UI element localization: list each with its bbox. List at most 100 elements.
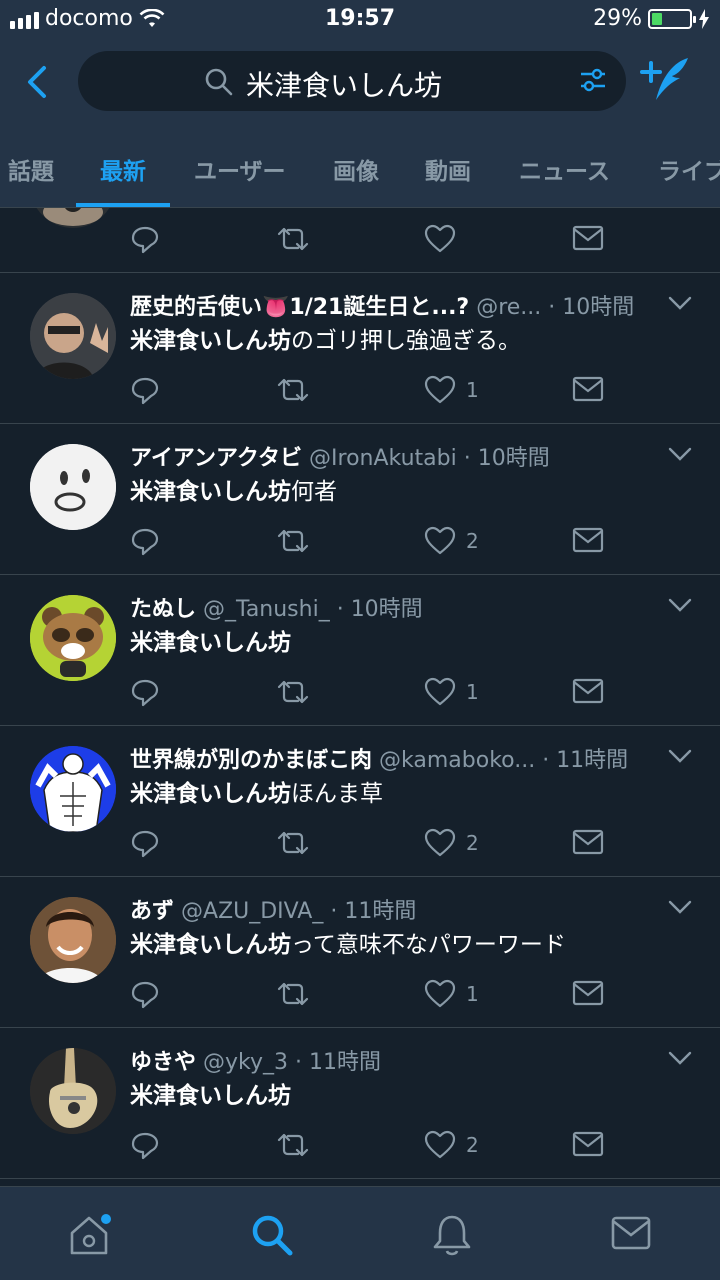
like-count: 1 bbox=[466, 680, 479, 704]
search-keyword[interactable]: 米津食いしん坊 bbox=[130, 932, 291, 958]
reply-button[interactable] bbox=[130, 224, 160, 254]
tab-live[interactable]: ライブ bbox=[658, 152, 720, 186]
tweet[interactable]: 歴史的舌使い👅1/21誕生日と...? @re... · 10時間 米津食いしん… bbox=[0, 273, 720, 424]
search-keyword[interactable]: 米津食いしん坊 bbox=[130, 479, 291, 505]
filter-icon[interactable] bbox=[578, 65, 608, 95]
chevron-left-icon[interactable] bbox=[22, 62, 54, 102]
display-name[interactable]: 歴史的舌使い👅1/21誕生日と...? bbox=[130, 295, 469, 320]
tweet[interactable]: ゆきや @yky_3 · 11時間 米津食いしん坊 2 bbox=[0, 1028, 720, 1179]
display-name[interactable]: 世界線が別のかまぼこ肉 bbox=[130, 748, 372, 773]
like-count: 2 bbox=[466, 529, 479, 553]
retweet-button[interactable] bbox=[276, 677, 310, 707]
avatar[interactable] bbox=[30, 444, 116, 530]
chevron-down-icon[interactable] bbox=[668, 295, 692, 311]
retweet-button[interactable] bbox=[276, 1130, 310, 1160]
like-button[interactable]: 1 bbox=[424, 677, 479, 707]
tweet-text: 米津食いしん坊って意味不なパワーワード bbox=[130, 925, 566, 959]
tweet-actions bbox=[130, 224, 610, 258]
avatar[interactable] bbox=[30, 746, 116, 832]
reply-button[interactable] bbox=[130, 1130, 160, 1160]
avatar[interactable] bbox=[30, 897, 116, 983]
like-button[interactable] bbox=[424, 224, 456, 254]
search-input[interactable]: 米津食いしん坊 bbox=[78, 51, 626, 111]
tweet-actions: 2 bbox=[130, 828, 610, 862]
tweet[interactable]: たぬし @_Tanushi_ · 10時間 米津食いしん坊 1 bbox=[0, 575, 720, 726]
battery-icon bbox=[648, 8, 696, 29]
display-name[interactable]: ゆきや bbox=[130, 1050, 196, 1075]
search-tabs: 話題 最新 ユーザー 画像 動画 ニュース ライブ bbox=[0, 130, 720, 208]
bell-icon[interactable] bbox=[431, 1213, 473, 1257]
user-handle[interactable]: @AZU_DIVA_ bbox=[181, 899, 323, 924]
search-keyword[interactable]: 米津食いしん坊 bbox=[130, 781, 291, 807]
reply-button[interactable] bbox=[130, 526, 160, 556]
tweet-body: ほんま草 bbox=[291, 781, 383, 807]
avatar[interactable] bbox=[30, 1048, 116, 1134]
tab-trending[interactable]: 話題 bbox=[8, 152, 54, 186]
tweet-text: 米津食いしん坊ほんま草 bbox=[130, 774, 383, 808]
display-name[interactable]: アイアンアクタビ bbox=[130, 446, 302, 471]
user-handle[interactable]: @kamaboko... bbox=[379, 748, 535, 773]
tweet-partial[interactable] bbox=[0, 208, 720, 273]
envelope-icon bbox=[572, 225, 604, 251]
reply-icon bbox=[131, 377, 159, 405]
user-handle[interactable]: @IronAkutabi bbox=[309, 446, 457, 471]
user-handle[interactable]: @_Tanushi_ bbox=[203, 597, 330, 622]
dm-button[interactable] bbox=[572, 1130, 604, 1158]
reply-button[interactable] bbox=[130, 375, 160, 405]
dm-button[interactable] bbox=[572, 677, 604, 705]
tweet-actions: 1 bbox=[130, 979, 610, 1013]
avatar[interactable] bbox=[30, 293, 116, 379]
home-icon[interactable] bbox=[68, 1213, 114, 1257]
display-name[interactable]: あず bbox=[130, 899, 174, 924]
tweet-actions: 2 bbox=[130, 1130, 610, 1164]
chevron-down-icon[interactable] bbox=[668, 446, 692, 462]
compose-icon[interactable] bbox=[640, 56, 692, 104]
tweet[interactable]: あず @AZU_DIVA_ · 11時間 米津食いしん坊って意味不なパワーワード… bbox=[0, 877, 720, 1028]
tweet[interactable]: アイアンアクタビ @IronAkutabi · 10時間 米津食いしん坊何者 2 bbox=[0, 424, 720, 575]
like-button[interactable]: 2 bbox=[424, 1130, 479, 1160]
chevron-down-icon[interactable] bbox=[668, 899, 692, 915]
dm-button[interactable] bbox=[572, 526, 604, 554]
avatar[interactable] bbox=[30, 208, 116, 228]
like-button[interactable]: 2 bbox=[424, 526, 479, 556]
tweet-feed[interactable]: 歴史的舌使い👅1/21誕生日と...? @re... · 10時間 米津食いしん… bbox=[0, 208, 720, 1186]
dm-button[interactable] bbox=[572, 828, 604, 856]
envelope-icon[interactable] bbox=[610, 1213, 652, 1253]
tweet[interactable]: 世界線が別のかまぼこ肉 @kamaboko... · 11時間 米津食いしん坊ほ… bbox=[0, 726, 720, 877]
tab-news[interactable]: ニュース bbox=[519, 152, 610, 186]
chevron-down-icon[interactable] bbox=[668, 597, 692, 613]
search-icon[interactable] bbox=[250, 1213, 294, 1257]
user-handle[interactable]: @re... bbox=[476, 295, 541, 320]
retweet-button[interactable] bbox=[276, 828, 310, 858]
search-keyword[interactable]: 米津食いしん坊 bbox=[130, 1083, 291, 1109]
like-button[interactable]: 1 bbox=[424, 979, 479, 1009]
dm-button[interactable] bbox=[572, 224, 604, 252]
reply-button[interactable] bbox=[130, 979, 160, 1009]
like-button[interactable]: 2 bbox=[424, 828, 479, 858]
tab-images[interactable]: 画像 bbox=[333, 152, 379, 186]
reply-icon bbox=[131, 981, 159, 1009]
search-header: 米津食いしん坊 bbox=[0, 40, 720, 130]
tab-videos[interactable]: 動画 bbox=[425, 152, 471, 186]
retweet-button[interactable] bbox=[276, 526, 310, 556]
search-keyword[interactable]: 米津食いしん坊 bbox=[130, 328, 291, 354]
reply-button[interactable] bbox=[130, 677, 160, 707]
retweet-button[interactable] bbox=[276, 979, 310, 1009]
tweet-header: ゆきや @yky_3 · 11時間 bbox=[130, 1044, 660, 1076]
user-handle[interactable]: @yky_3 bbox=[203, 1050, 288, 1075]
reply-button[interactable] bbox=[130, 828, 160, 858]
dm-button[interactable] bbox=[572, 375, 604, 403]
tab-users[interactable]: ユーザー bbox=[194, 152, 286, 186]
search-keyword[interactable]: 米津食いしん坊 bbox=[130, 630, 291, 656]
chevron-down-icon[interactable] bbox=[668, 1050, 692, 1066]
tweet-actions: 1 bbox=[130, 375, 610, 409]
retweet-button[interactable] bbox=[276, 224, 310, 254]
tweet-body: のゴリ押し強過ぎる。 bbox=[291, 328, 521, 354]
tab-latest[interactable]: 最新 bbox=[100, 152, 146, 186]
dm-button[interactable] bbox=[572, 979, 604, 1007]
like-button[interactable]: 1 bbox=[424, 375, 479, 405]
avatar[interactable] bbox=[30, 595, 116, 681]
retweet-button[interactable] bbox=[276, 375, 310, 405]
display-name[interactable]: たぬし bbox=[130, 597, 196, 622]
chevron-down-icon[interactable] bbox=[668, 748, 692, 764]
